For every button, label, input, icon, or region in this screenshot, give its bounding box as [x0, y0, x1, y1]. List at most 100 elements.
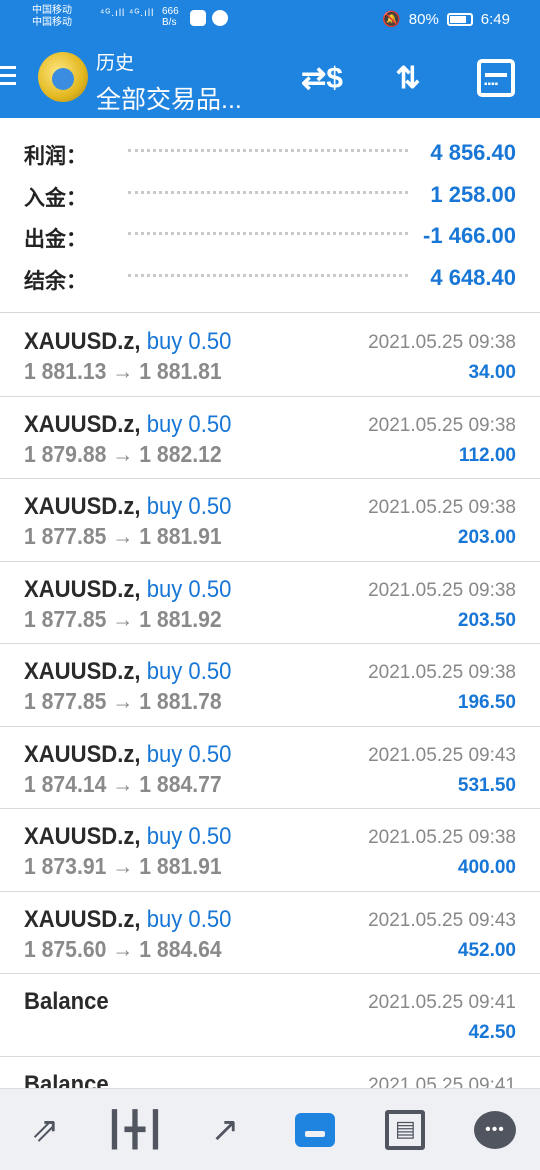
deal-prices: 1 877.85 → 1 881.78 — [24, 688, 222, 714]
arrows-icon: ⇗ — [30, 1110, 60, 1149]
deal-prices: 1 881.13 → 1 881.81 — [24, 358, 222, 384]
deal-side: buy 0.50 — [146, 328, 232, 355]
balance-row[interactable]: Balance 2021.05.25 09:41 42.50 — [0, 974, 540, 1057]
balance-label: Balance — [24, 988, 109, 1015]
nav-chart[interactable]: ┃╋┃ — [104, 1100, 166, 1160]
summary-row-withdrawal: 出金： -1 466.00 — [0, 213, 540, 255]
deal-profit: 42.50 — [468, 1022, 516, 1043]
dotted-leader — [128, 232, 408, 235]
summary-panel: 利润： 4 856.40 入金： 1 258.00 出金： -1 466.00 … — [0, 130, 540, 296]
nav-messages[interactable]: ••• — [465, 1100, 525, 1160]
summary-row-profit: 利润： 4 856.40 — [0, 130, 540, 172]
deal-symbol-line: XAUUSD.z, buy 0.50 — [24, 741, 231, 769]
deal-profit: 452.00 — [457, 939, 516, 961]
deal-symbol: XAUUSD.z, — [24, 658, 141, 685]
deal-symbol-line: XAUUSD.z, buy 0.50 — [24, 328, 231, 356]
divider — [0, 312, 540, 313]
deal-row[interactable]: XAUUSD.z, buy 0.50 1 873.91 → 1 881.91 2… — [0, 809, 540, 892]
chat-icon: ••• — [474, 1110, 516, 1149]
bottom-nav: ⇗ ┃╋┃ ↗ ••• — [0, 1088, 540, 1170]
carrier-info: 中国移动 中国移动 — [32, 5, 72, 29]
summary-label: 结余： — [24, 269, 87, 293]
deal-profit: 203.00 — [457, 527, 516, 548]
carrier-2: 中国移动 — [32, 17, 72, 28]
deal-side: buy 0.50 — [146, 493, 232, 520]
deal-row[interactable]: XAUUSD.z, buy 0.50 1 877.85 → 1 881.92 2… — [0, 562, 540, 644]
summary-value: -1 466.00 — [423, 223, 516, 248]
deal-prices: 1 877.85 → 1 881.91 — [24, 523, 222, 549]
deal-prices: 1 873.91 → 1 881.91 — [24, 853, 222, 879]
app-logo — [38, 52, 88, 102]
deal-list[interactable]: XAUUSD.z, buy 0.50 1 881.13 → 1 881.81 2… — [0, 314, 540, 1139]
currency-exchange-icon[interactable]: ⇄$ — [298, 54, 346, 102]
summary-value: 4 648.40 — [430, 264, 516, 290]
wechat-icon — [212, 10, 228, 26]
deal-prices: 1 875.60 → 1 884.64 — [24, 935, 222, 962]
deal-symbol: XAUUSD.z, — [24, 575, 141, 603]
nav-trade[interactable]: ↗ — [195, 1100, 255, 1160]
sort-icon[interactable]: ⇅ — [384, 54, 432, 102]
deal-time: 2021.05.25 09:38 — [368, 332, 516, 353]
notification-icons — [190, 10, 228, 26]
candlestick-icon: ┃╋┃ — [104, 1110, 166, 1149]
deal-side: buy 0.50 — [146, 410, 232, 438]
menu-icon[interactable] — [0, 66, 16, 90]
dotted-leader — [128, 149, 408, 152]
status-right: 🔕 80% 6:49 — [382, 10, 510, 29]
deal-profit: 203.50 — [457, 609, 516, 631]
symbol-filter[interactable]: 全部交易品... — [96, 80, 242, 116]
deal-symbol: XAUUSD.z, — [24, 740, 141, 768]
trend-icon: ↗ — [210, 1110, 240, 1149]
deal-side: buy 0.50 — [146, 740, 232, 768]
deal-profit: 34.00 — [468, 362, 516, 383]
deal-row[interactable]: XAUUSD.z, buy 0.50 1 879.88 → 1 882.12 2… — [0, 397, 540, 479]
deal-row[interactable]: XAUUSD.z, buy 0.50 1 875.60 → 1 884.64 2… — [0, 892, 540, 974]
status-bar: 中国移动 中国移动 ⁴ᴳ.ıll ⁴ᴳ.ıll 666 B/s 🔕 80% 6:… — [0, 0, 540, 38]
summary-value: 1 258.00 — [430, 181, 516, 207]
deal-symbol: XAUUSD.z, — [24, 328, 141, 355]
deal-symbol-line: XAUUSD.z, buy 0.50 — [24, 411, 231, 439]
mute-icon: 🔕 — [382, 11, 401, 28]
deal-symbol-line: XAUUSD.z, buy 0.50 — [24, 658, 231, 686]
deal-time: 2021.05.25 09:38 — [368, 662, 516, 683]
deal-prices: 1 877.85 → 1 881.92 — [24, 605, 222, 632]
deal-symbol-line: XAUUSD.z, buy 0.50 — [24, 493, 231, 521]
dotted-leader — [128, 190, 408, 194]
deal-row[interactable]: XAUUSD.z, buy 0.50 1 877.85 → 1 881.78 2… — [0, 644, 540, 727]
dotted-leader — [128, 273, 408, 277]
signal-icon: ⁴ᴳ.ıll ⁴ᴳ.ıll — [100, 8, 155, 19]
carrier-1: 中国移动 — [32, 5, 72, 16]
calendar-button[interactable] — [472, 54, 520, 102]
nav-quotes[interactable]: ⇗ — [15, 1100, 75, 1160]
deal-row[interactable]: XAUUSD.z, buy 0.50 1 874.14 → 1 884.77 2… — [0, 727, 540, 809]
battery-percent: 80% — [408, 10, 439, 28]
network-speed: 666 B/s — [162, 6, 179, 28]
deal-side: buy 0.50 — [146, 823, 232, 850]
deal-time: 2021.05.25 09:38 — [368, 497, 516, 518]
deal-symbol-line: XAUUSD.z, buy 0.50 — [24, 906, 231, 934]
deal-profit: 196.50 — [457, 692, 516, 713]
app-notification-icon — [190, 10, 206, 26]
nav-history[interactable] — [285, 1100, 345, 1160]
inbox-icon — [295, 1112, 335, 1147]
deal-row[interactable]: XAUUSD.z, buy 0.50 1 881.13 → 1 881.81 2… — [0, 314, 540, 397]
deal-time: 2021.05.25 09:38 — [368, 579, 516, 601]
summary-label: 入金： — [24, 186, 87, 210]
nav-news[interactable] — [375, 1100, 435, 1160]
deal-prices: 1 874.14 → 1 884.77 — [24, 770, 222, 797]
deal-profit: 531.50 — [457, 774, 516, 796]
deal-profit: 112.00 — [458, 444, 516, 466]
summary-label: 利润： — [24, 145, 87, 168]
summary-row-balance: 结余： 4 648.40 — [0, 255, 540, 297]
deal-symbol: XAUUSD.z, — [24, 493, 141, 520]
deal-side: buy 0.50 — [146, 658, 232, 685]
deal-row[interactable]: XAUUSD.z, buy 0.50 1 877.85 → 1 881.91 2… — [0, 479, 540, 562]
speed-value: 666 — [162, 6, 179, 17]
speed-unit: B/s — [162, 17, 177, 28]
deal-side: buy 0.50 — [146, 905, 232, 933]
deal-time: 2021.05.25 09:43 — [368, 744, 516, 766]
deal-side: buy 0.50 — [146, 575, 232, 603]
deal-symbol: XAUUSD.z, — [24, 410, 141, 438]
app-toolbar: 历史 全部交易品... ⇄$ ⇅ — [0, 38, 540, 118]
deal-time: 2021.05.25 09:38 — [368, 414, 516, 436]
